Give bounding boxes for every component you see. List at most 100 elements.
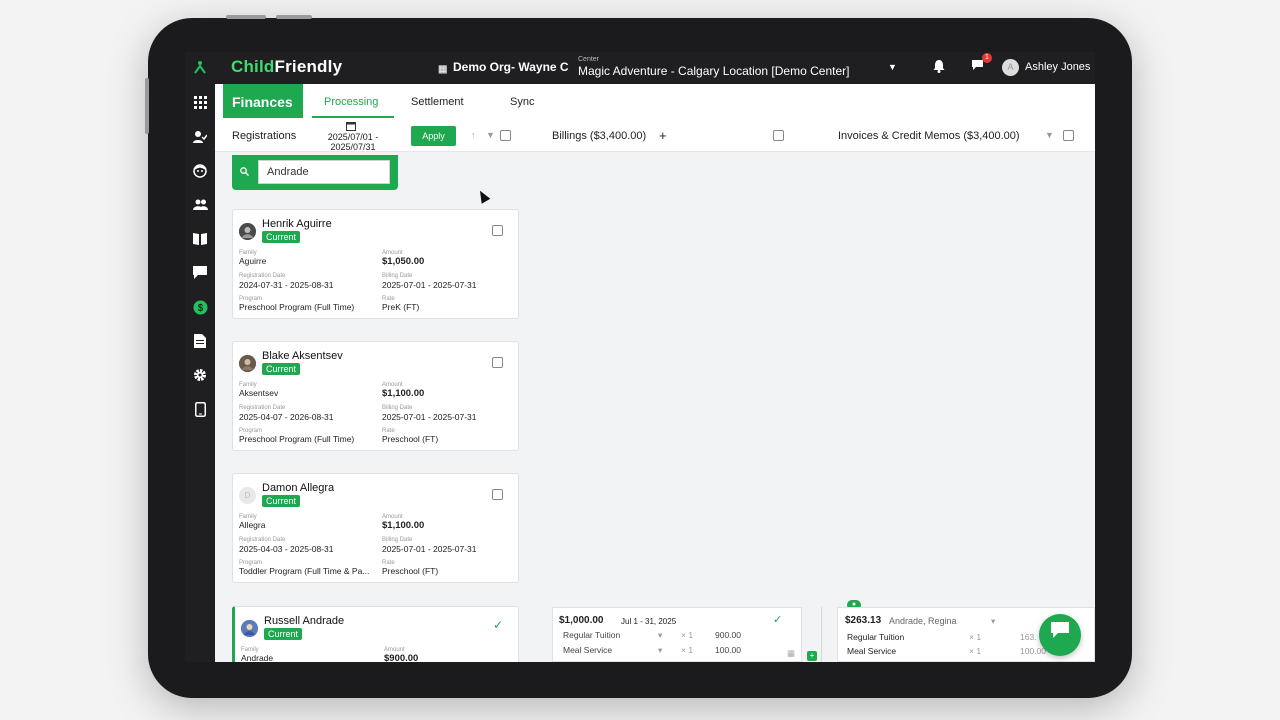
- messages-icon[interactable]: [192, 266, 208, 282]
- billing-amount: $1,000.00: [559, 615, 604, 626]
- registration-card-selected[interactable]: Russell Andrade Current ✓ Family Andrade…: [232, 606, 519, 662]
- app-menu-icon[interactable]: [194, 60, 208, 76]
- avatar[interactable]: A: [1002, 59, 1019, 76]
- user-name[interactable]: Ashley Jones: [1025, 61, 1090, 73]
- line-item-price: 100.00: [1020, 646, 1046, 656]
- billing-date-label: Billing Date: [382, 273, 413, 279]
- messages-icon[interactable]: [971, 59, 984, 74]
- invoice-family: Andrade, Regina: [889, 616, 957, 626]
- amount-value: $900.00: [384, 653, 419, 662]
- billing-date-value: 2025-07-01 - 2025-07-31: [382, 544, 477, 554]
- line-item-price[interactable]: 100.00: [715, 645, 741, 655]
- registration-date-label: Registration Date: [239, 405, 286, 411]
- family-value: Aksentsev: [239, 388, 279, 398]
- sort-arrow-icon[interactable]: ↑: [471, 130, 476, 140]
- child-name[interactable]: Damon Allegra: [262, 482, 334, 494]
- chevron-down-icon[interactable]: ▾: [658, 630, 662, 641]
- select-all-registrations-checkbox[interactable]: [500, 130, 511, 141]
- center-label: Center: [578, 56, 600, 63]
- family-value: Allegra: [239, 520, 266, 530]
- registration-card[interactable]: Blake Aksentsev Current Family Aksentsev…: [232, 341, 519, 451]
- chevron-down-icon[interactable]: ▾: [658, 645, 662, 656]
- add-billing-icon[interactable]: +: [659, 128, 667, 143]
- select-all-invoices-checkbox[interactable]: [1063, 130, 1074, 141]
- avatar: [239, 223, 256, 240]
- invoice-amount: $263.13: [845, 615, 882, 626]
- calculator-icon[interactable]: ▦: [787, 648, 795, 659]
- sidebar: $: [185, 84, 215, 662]
- tablet-button: [145, 78, 149, 134]
- finances-dollar-icon[interactable]: $: [192, 300, 208, 316]
- child-icon[interactable]: [192, 164, 208, 180]
- chevron-down-icon[interactable]: ▼: [888, 62, 897, 72]
- rate-value: PreK (FT): [382, 302, 420, 312]
- avatar: D: [239, 487, 256, 504]
- checkmark-icon[interactable]: ✓: [493, 618, 503, 632]
- amount-value: $1,050.00: [382, 256, 425, 267]
- center-selector[interactable]: Magic Adventure - Calgary Location [Demo…: [578, 64, 849, 78]
- child-name[interactable]: Russell Andrade: [264, 615, 344, 627]
- document-icon[interactable]: [192, 334, 208, 350]
- billing-date-label: Billing Date: [382, 537, 413, 543]
- rate-value: Preschool (FT): [382, 566, 439, 576]
- tablet-button: [276, 15, 312, 19]
- select-all-billings-checkbox[interactable]: [773, 130, 784, 141]
- line-item-name: Regular Tuition: [847, 632, 905, 642]
- invoices-header: Invoices & Credit Memos ($3,400.00): [838, 130, 1020, 142]
- line-item-name: Regular Tuition: [563, 630, 621, 640]
- avatar: [241, 620, 258, 637]
- svg-text:$: $: [197, 303, 203, 314]
- settings-gear-icon[interactable]: [192, 368, 208, 384]
- line-item-price: 163.: [1020, 632, 1037, 642]
- line-item-price[interactable]: 900.00: [715, 630, 741, 640]
- program-value: Preschool Program (Full Time): [239, 302, 355, 312]
- family-value: Andrade: [241, 653, 274, 662]
- bell-icon[interactable]: [933, 59, 945, 76]
- apply-button[interactable]: Apply: [411, 126, 456, 146]
- search-input[interactable]: [258, 160, 390, 184]
- org-name: Demo Org- Wayne C: [453, 60, 569, 74]
- column-divider: [821, 607, 822, 662]
- billings-header: Billings ($3,400.00): [552, 130, 647, 142]
- date-range-start: 2025/07/01 -: [327, 132, 379, 142]
- people-icon[interactable]: [192, 198, 208, 214]
- registration-date-label: Registration Date: [239, 273, 286, 279]
- status-badge: Current: [262, 495, 301, 507]
- add-line-icon[interactable]: +: [807, 651, 817, 661]
- registration-card[interactable]: D Damon Allegra Current Family Allegra A…: [232, 473, 519, 583]
- tab-sync[interactable]: Sync: [510, 96, 534, 108]
- registration-checkbox[interactable]: [492, 357, 503, 368]
- line-item-name: Meal Service: [847, 646, 897, 656]
- billing-period: Jul 1 - 31, 2025: [621, 617, 677, 626]
- checkin-icon[interactable]: [192, 130, 208, 146]
- line-item-qty: × 1: [681, 645, 694, 655]
- billing-date-value: 2025-07-01 - 2025-07-31: [382, 280, 477, 290]
- filter-icon[interactable]: ▼: [1045, 130, 1054, 140]
- tablet-icon[interactable]: [192, 402, 208, 418]
- learning-book-icon[interactable]: [192, 232, 208, 248]
- chat-support-button[interactable]: [1039, 614, 1081, 656]
- child-name[interactable]: Blake Aksentsev: [262, 350, 343, 362]
- status-badge: Current: [262, 363, 301, 375]
- registration-card[interactable]: Henrik Aguirre Current Family Aguirre Am…: [232, 209, 519, 319]
- chevron-down-icon[interactable]: ▾: [991, 616, 995, 627]
- line-item-qty: × 1: [969, 646, 982, 656]
- program-value: Toddler Program (Full Time & Pa...: [239, 566, 370, 576]
- checkmark-icon[interactable]: ✓: [773, 613, 782, 626]
- app-logo[interactable]: ChildFriendly: [231, 57, 342, 77]
- tab-settlement[interactable]: Settlement: [411, 96, 464, 108]
- apps-grid-icon[interactable]: [192, 96, 208, 112]
- child-name[interactable]: Henrik Aguirre: [262, 218, 332, 230]
- family-value: Aguirre: [239, 256, 267, 266]
- registration-checkbox[interactable]: [492, 489, 503, 500]
- registration-checkbox[interactable]: [492, 225, 503, 236]
- date-range-picker[interactable]: 2025/07/01 - 2025/07/31: [325, 132, 381, 152]
- filter-icon[interactable]: ▼: [486, 130, 495, 140]
- registration-date-label: Registration Date: [239, 537, 286, 543]
- registration-date-value: 2025-04-03 - 2025-08-31: [239, 544, 334, 554]
- amount-value: $1,100.00: [382, 520, 425, 531]
- org-selector[interactable]: ▦ Demo Org- Wayne C: [438, 60, 569, 75]
- tab-processing[interactable]: Processing: [324, 96, 378, 108]
- top-bar: ChildFriendly ▦ Demo Org- Wayne C Center …: [185, 52, 1095, 84]
- billing-card[interactable]: $1,000.00 Jul 1 - 31, 2025 ✓ Regular Tui…: [552, 607, 802, 662]
